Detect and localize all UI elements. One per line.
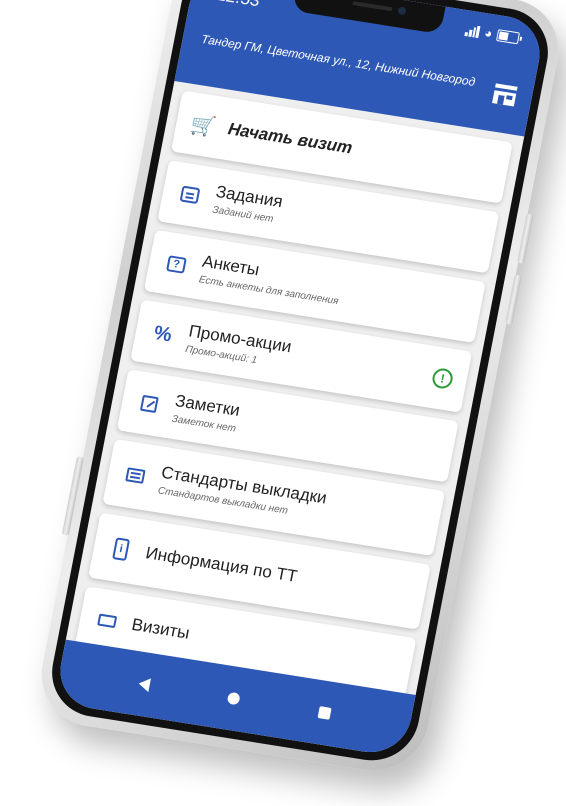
menu-item-label: Начать визит (226, 119, 354, 158)
status-icons: ◕ (464, 24, 520, 45)
home-icon[interactable] (227, 691, 242, 706)
menu-item-label: Визиты (130, 614, 192, 643)
percent-icon: % (152, 321, 174, 346)
cart-icon: 🛒 (189, 112, 218, 139)
visits-icon (92, 606, 123, 636)
back-icon[interactable] (137, 676, 151, 693)
recent-apps-icon[interactable] (317, 706, 332, 720)
speaker (352, 1, 393, 12)
signal-icon (464, 24, 481, 39)
camera (397, 6, 407, 16)
store-address[interactable]: Тандер ГМ, Цветочная ул., 12, Нижний Нов… (197, 31, 479, 91)
note-icon (134, 389, 165, 419)
survey-icon: ? (161, 250, 192, 280)
phone-mockup: 12:53 ◕ Тандер ГМ, Цветочная ул., 12, Ни… (32, 0, 566, 779)
battery-icon (495, 29, 520, 45)
screen-bezel: 12:53 ◕ Тандер ГМ, Цветочная ул., 12, Ни… (44, 0, 556, 767)
main-menu: 🛒 Начать визит Задания Заданий нет ? Анк… (66, 81, 524, 696)
status-time: 12:53 (216, 0, 262, 11)
store-icon[interactable] (492, 83, 518, 107)
menu-item-label: Информация по ТТ (144, 543, 299, 586)
app-screen: 12:53 ◕ Тандер ГМ, Цветочная ул., 12, Ни… (53, 0, 547, 758)
standards-icon (120, 461, 151, 491)
wifi-icon: ◕ (483, 25, 494, 42)
tasks-icon (175, 180, 206, 210)
alert-icon: ! (430, 367, 455, 390)
info-icon: i (106, 534, 137, 564)
